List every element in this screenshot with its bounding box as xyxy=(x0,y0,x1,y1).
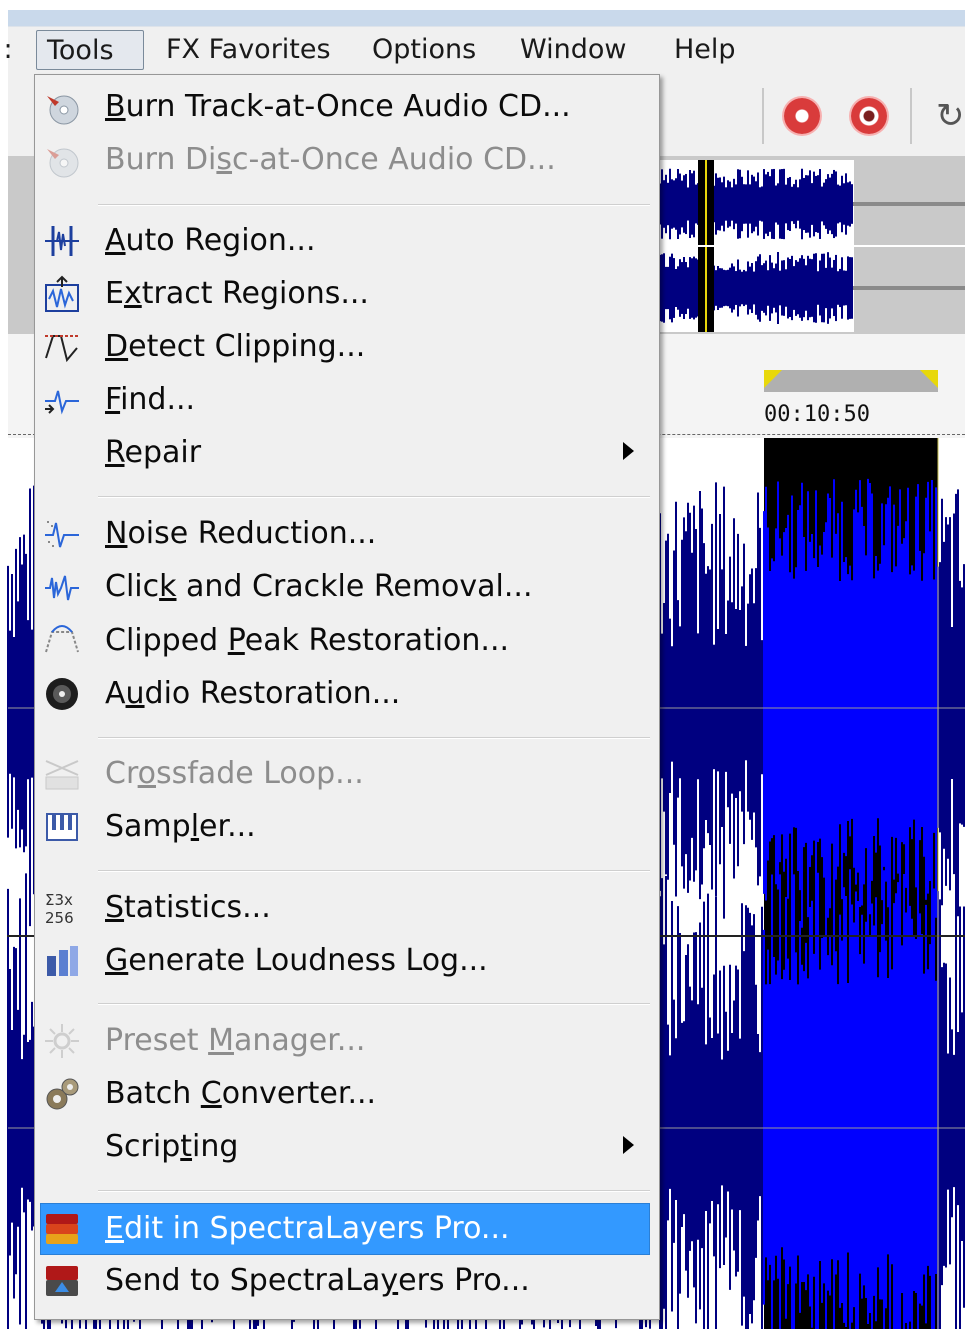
menu-item-label: Sampler... xyxy=(105,809,256,844)
record-button[interactable] xyxy=(784,98,820,134)
find-waveform-icon xyxy=(43,381,81,419)
menu-item-audio-restoration[interactable]: Audio Restoration... xyxy=(35,669,657,719)
menu-separator xyxy=(98,204,650,206)
submenu-arrow-icon xyxy=(623,442,634,460)
audio-restoration-icon xyxy=(43,675,81,713)
menu-item-label: Edit in SpectraLayers Pro... xyxy=(105,1211,510,1246)
menu-separator xyxy=(98,496,650,498)
menu-item-crossfade-loop[interactable]: Crossfade Loop... xyxy=(35,749,657,799)
selection-end-marker[interactable] xyxy=(920,370,938,388)
menu-item-label: Audio Restoration... xyxy=(105,676,401,711)
menu-item-label: Scripting xyxy=(105,1129,239,1164)
menu-item-label: Crossfade Loop... xyxy=(105,756,364,791)
menu-item-detect-clipping[interactable]: Detect Clipping... xyxy=(35,322,657,372)
svg-text:Σ3x: Σ3x xyxy=(45,891,73,909)
sampler-icon xyxy=(43,808,81,846)
menu-bar xyxy=(8,26,965,75)
menu-item-label: Burn Disc-at-Once Audio CD... xyxy=(105,142,556,177)
menu-item-label: Preset Manager... xyxy=(105,1023,366,1058)
loudness-log-icon xyxy=(43,942,81,980)
spectralayers-send-icon xyxy=(43,1262,81,1300)
menu-item-click-and-crackle-removal[interactable]: Click and Crackle Removal... xyxy=(35,562,657,612)
menu-window[interactable]: Window xyxy=(510,30,636,70)
menu-separator xyxy=(98,870,650,872)
menu-item-label: Find... xyxy=(105,382,196,417)
overview-waveform xyxy=(658,160,965,332)
menu-item-statistics[interactable]: Σ3x 256 Statistics... xyxy=(35,883,657,933)
menu-separator xyxy=(98,1190,650,1192)
menu-item-label: Extract Regions... xyxy=(105,276,369,311)
menu-tools[interactable]: Tools xyxy=(36,30,144,70)
menu-item-find[interactable]: Find... xyxy=(35,375,657,425)
menu-item-batch-converter[interactable]: Batch Converter... xyxy=(35,1069,657,1119)
cd-burn-icon xyxy=(43,88,81,126)
menu-item-noise-reduction[interactable]: Noise Reduction... xyxy=(35,509,657,559)
menu-item-label: Auto Region... xyxy=(105,223,316,258)
menu-item-generate-loudness-log[interactable]: Generate Loudness Log... xyxy=(35,936,657,986)
submenu-arrow-icon xyxy=(623,1136,634,1154)
menu-edge-item[interactable]: : xyxy=(0,30,16,70)
menu-item-auto-region[interactable]: Auto Region... xyxy=(35,216,657,266)
menu-item-label: Statistics... xyxy=(105,890,271,925)
click-crackle-icon xyxy=(43,568,81,606)
selection-start-marker[interactable] xyxy=(764,370,782,388)
selection-bar[interactable] xyxy=(764,370,938,392)
menu-separator xyxy=(98,737,650,739)
menu-fx-favorites[interactable]: FX Favorites xyxy=(156,30,341,70)
extract-regions-icon xyxy=(43,275,81,313)
menu-item-clipped-peak-restoration[interactable]: Clipped Peak Restoration... xyxy=(35,616,657,666)
menu-item-label: Send to SpectraLayers Pro... xyxy=(105,1263,530,1298)
menu-item-label: Click and Crackle Removal... xyxy=(105,569,533,604)
auto-region-icon xyxy=(43,222,81,260)
menu-item-label: Noise Reduction... xyxy=(105,516,377,551)
menu-item-burn-disc-at-once-audio-cd[interactable]: Burn Disc-at-Once Audio CD... xyxy=(35,135,657,185)
noise-reduction-icon xyxy=(43,515,81,553)
batch-converter-icon xyxy=(43,1075,81,1113)
toolbar-separator xyxy=(762,88,764,144)
menu-item-label: Batch Converter... xyxy=(105,1076,377,1111)
menu-options[interactable]: Options xyxy=(362,30,486,70)
menu-item-edit-in-spectralayers-pro[interactable]: Edit in SpectraLayers Pro... xyxy=(40,1203,650,1255)
toolbar-separator xyxy=(910,88,912,144)
clipped-peak-icon xyxy=(43,622,81,660)
statistics-icon: Σ3x 256 xyxy=(43,889,81,927)
cd-burn-icon xyxy=(43,141,81,179)
preset-manager-icon xyxy=(43,1022,81,1060)
menu-item-repair[interactable]: Repair xyxy=(35,428,657,478)
menu-item-extract-regions[interactable]: Extract Regions... xyxy=(35,269,657,319)
menu-item-label: Generate Loudness Log... xyxy=(105,943,488,978)
menu-help[interactable]: Help xyxy=(664,30,746,70)
menu-item-label: Clipped Peak Restoration... xyxy=(105,623,510,658)
menu-item-scripting[interactable]: Scripting xyxy=(35,1122,657,1172)
menu-item-preset-manager[interactable]: Preset Manager... xyxy=(35,1016,657,1066)
ruler-timecode: 00:10:50 xyxy=(764,402,870,427)
menu-item-label: Detect Clipping... xyxy=(105,329,366,364)
svg-text:256: 256 xyxy=(45,909,74,927)
menu-item-sampler[interactable]: Sampler... xyxy=(35,802,657,852)
menu-item-label: Burn Track-at-Once Audio CD... xyxy=(105,89,571,124)
redo-icon[interactable]: ↻ xyxy=(936,96,965,136)
menu-item-burn-track-at-once-audio-cd[interactable]: Burn Track-at-Once Audio CD... xyxy=(35,82,657,132)
spectralayers-icon xyxy=(43,1210,81,1248)
menu-item-send-to-spectralayers-pro[interactable]: Send to SpectraLayers Pro... xyxy=(35,1256,657,1306)
title-bar-strip xyxy=(8,10,965,26)
menu-item-label: Repair xyxy=(105,435,202,470)
menu-separator xyxy=(98,1003,650,1005)
detect-clipping-icon xyxy=(43,328,81,366)
record-arm-button[interactable] xyxy=(851,98,887,134)
crossfade-loop-icon xyxy=(43,755,81,793)
